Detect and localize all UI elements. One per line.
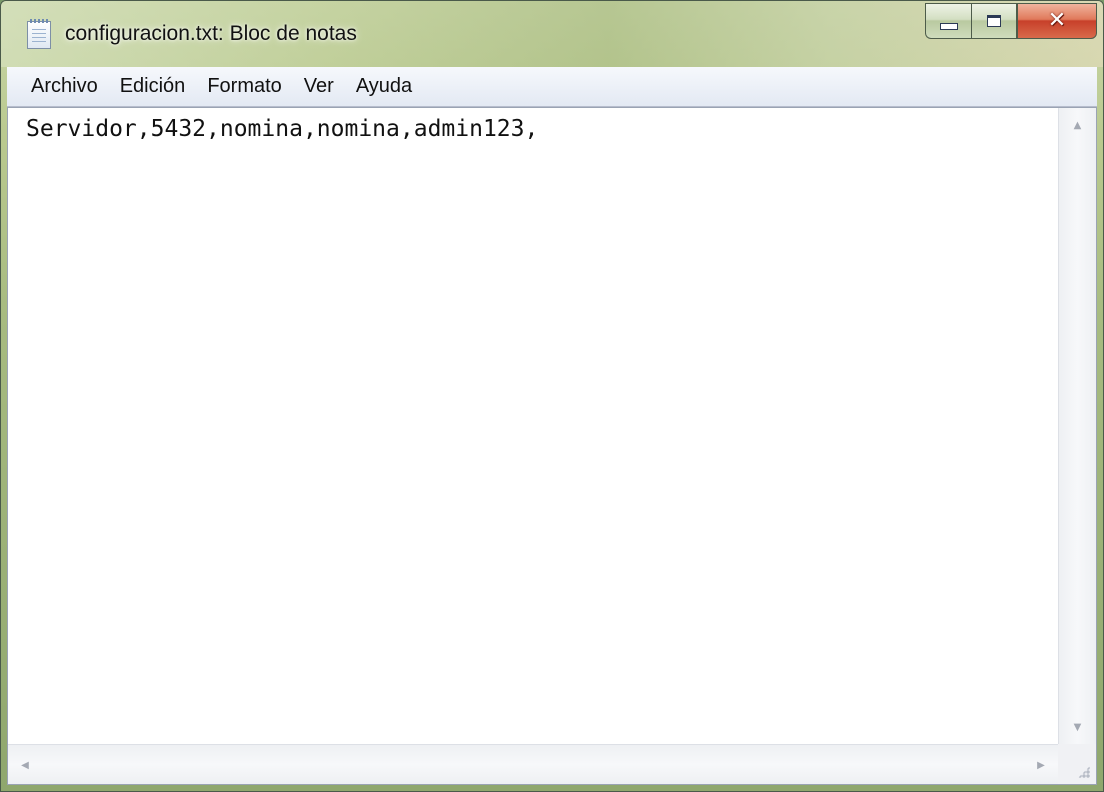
scroll-left-icon[interactable]: ◀ (8, 747, 42, 783)
notepad-icon[interactable] (27, 19, 51, 49)
close-icon: ✕ (1047, 8, 1067, 33)
menu-formato[interactable]: Formato (207, 75, 281, 98)
maximize-button[interactable] (971, 3, 1017, 39)
scroll-right-icon[interactable]: ▶ (1024, 747, 1058, 783)
resize-grip-icon[interactable] (1058, 744, 1096, 784)
scroll-up-icon[interactable]: ▲ (1059, 108, 1096, 142)
menu-edicion[interactable]: Edición (120, 75, 186, 98)
menu-bar: Archivo Edición Formato Ver Ayuda (7, 67, 1097, 107)
maximize-icon (987, 15, 1001, 27)
caption-buttons: ✕ (925, 3, 1097, 41)
scroll-down-icon[interactable]: ▼ (1059, 710, 1096, 744)
menu-archivo[interactable]: Archivo (31, 75, 98, 98)
title-bar[interactable]: configuracion.txt: Bloc de notas ✕ (1, 1, 1103, 67)
horizontal-scrollbar[interactable]: ◀ ▶ (8, 744, 1058, 784)
vertical-scrollbar[interactable]: ▲ ▼ (1058, 108, 1096, 744)
menu-ver[interactable]: Ver (304, 75, 334, 98)
text-editor[interactable]: Servidor,5432,nomina,nomina,admin123, (8, 108, 1058, 744)
window-title: configuracion.txt: Bloc de notas (65, 22, 357, 45)
menu-ayuda[interactable]: Ayuda (356, 75, 412, 98)
client-area: Servidor,5432,nomina,nomina,admin123, ▲ … (7, 107, 1097, 785)
editor-content[interactable]: Servidor,5432,nomina,nomina,admin123, (26, 114, 538, 144)
minimize-icon (939, 22, 958, 30)
minimize-button[interactable] (925, 3, 971, 39)
notepad-window: configuracion.txt: Bloc de notas ✕ Archi… (0, 0, 1104, 792)
close-button[interactable]: ✕ (1017, 3, 1097, 39)
